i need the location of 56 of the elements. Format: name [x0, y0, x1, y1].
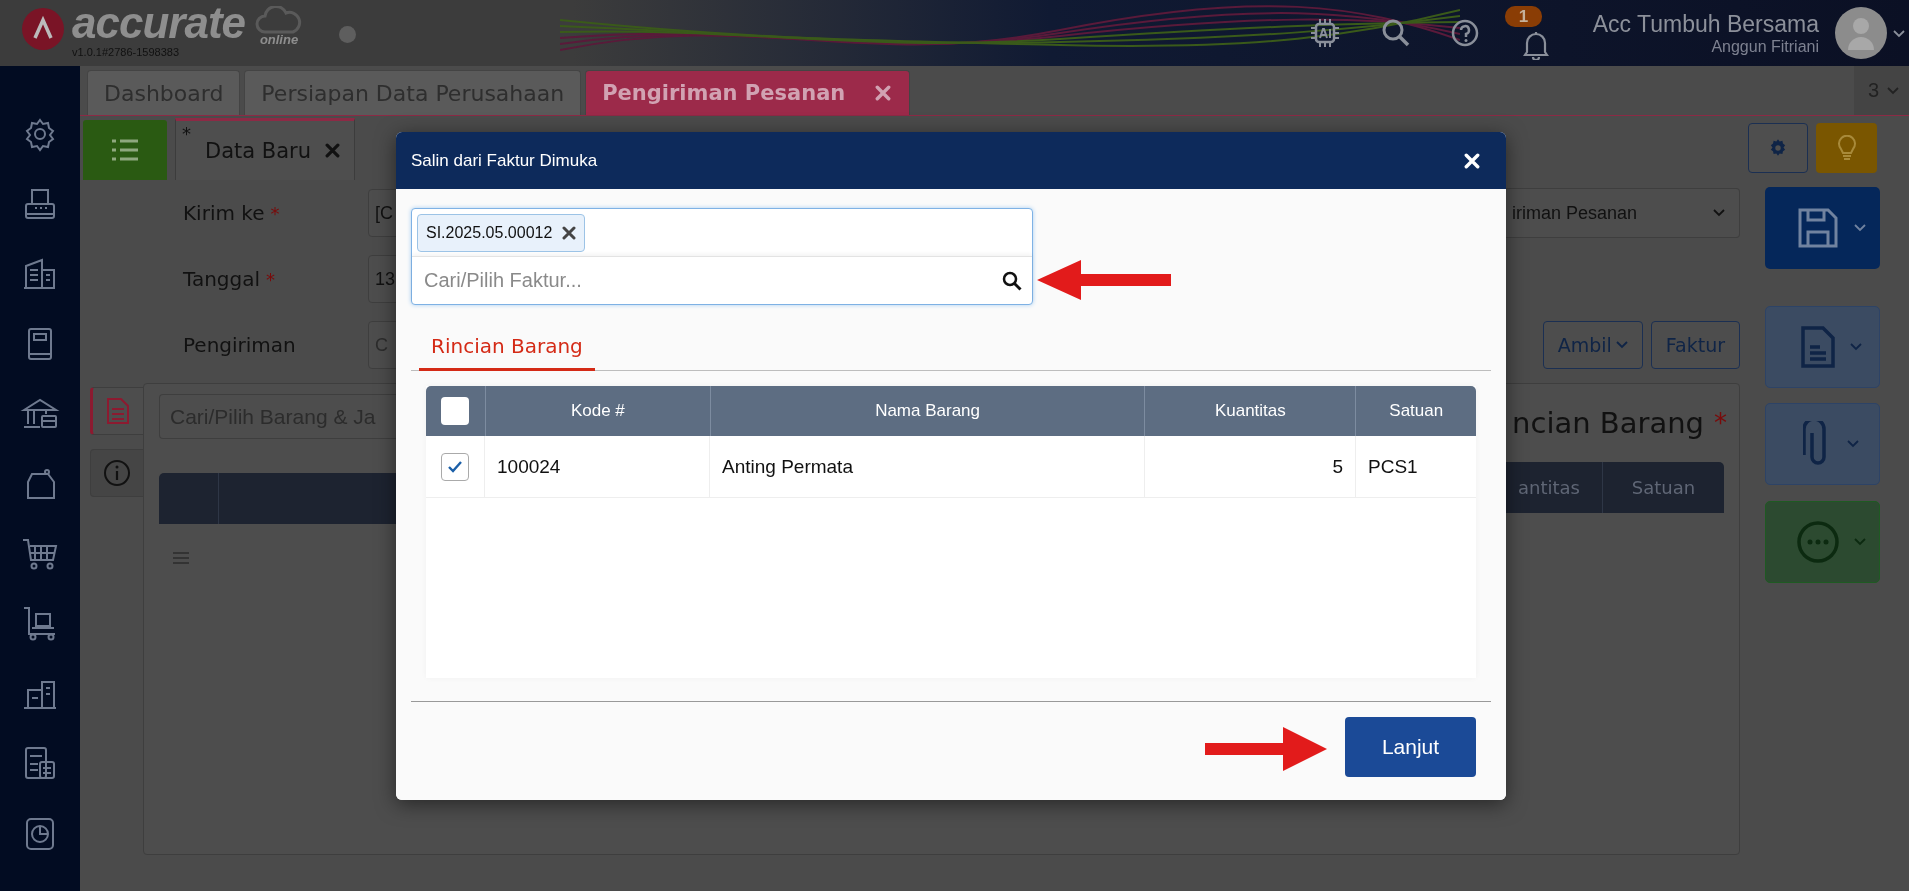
document-tab[interactable]: * Data Baru — [175, 118, 355, 180]
list-button[interactable] — [83, 120, 167, 180]
logo-subtitle: online — [259, 32, 299, 47]
action-button[interactable]: Faktur — [1650, 321, 1740, 369]
caret-icon — [1713, 209, 1725, 217]
document-icon — [1799, 325, 1836, 369]
company-name: Acc Tumbuh Bersama — [1592, 10, 1819, 38]
table-cell: 100024 — [485, 436, 710, 497]
search-icon[interactable] — [1002, 270, 1022, 291]
user-name: Anggun Fitriani — [1711, 38, 1819, 56]
column-header: Satuan — [1388, 400, 1445, 422]
more-icon — [1795, 520, 1840, 564]
column-header: Kode # — [485, 386, 711, 436]
caret-icon — [1893, 30, 1905, 38]
save-button[interactable] — [1765, 187, 1880, 269]
tab[interactable]: Pengiriman Pesanan — [585, 70, 911, 115]
bell-icon[interactable] — [1522, 30, 1549, 60]
table-cell-text: PCS1 — [1367, 454, 1419, 479]
remove-icon[interactable] — [562, 225, 577, 240]
logo-text: accurate — [72, 0, 246, 46]
checkbox[interactable] — [441, 397, 470, 425]
column-header: Kuantitas — [1145, 386, 1357, 436]
caret-icon — [1846, 440, 1859, 448]
lightbulb-icon — [1836, 135, 1857, 161]
invoice-picker[interactable]: SI.2025.05.00012 Cari/Pilih Faktur... — [411, 208, 1033, 305]
column-header: Satuan — [1630, 476, 1697, 500]
column-header: Nama Barang — [710, 386, 1146, 436]
document-icon — [106, 397, 130, 425]
info-icon — [103, 459, 131, 487]
ai-chip-icon[interactable] — [1308, 17, 1341, 49]
indicator-dot — [339, 26, 356, 43]
continue-button[interactable]: Lanjut — [1345, 717, 1476, 777]
help-icon[interactable] — [1450, 19, 1479, 47]
search-icon[interactable] — [1380, 18, 1411, 48]
caret-icon — [1853, 538, 1866, 546]
table-cell: Anting Permata — [710, 436, 1145, 497]
dialog-title: Salin dari Faktur Dimuka — [411, 150, 598, 171]
list-icon — [110, 137, 140, 163]
cloud-icon — [255, 6, 303, 34]
caret-icon — [1853, 224, 1866, 232]
invoice-search-field[interactable]: Cari/Pilih Faktur... — [422, 268, 946, 293]
field-label: Tanggal * — [182, 267, 277, 291]
avatar[interactable] — [1835, 7, 1887, 59]
invoice-tag[interactable]: SI.2025.05.00012 — [417, 213, 586, 252]
tab[interactable]: Rincian Barang — [419, 326, 595, 371]
field-label: Pengiriman — [182, 333, 297, 357]
action-button[interactable]: Ambil — [1542, 321, 1643, 369]
caret-icon — [1887, 86, 1899, 95]
field-label: Kirim ke * — [182, 201, 281, 225]
section-title: ncian Barang * — [1511, 405, 1728, 442]
caret-icon — [1849, 343, 1862, 351]
notification-badge: 1 — [1504, 6, 1543, 27]
checkbox[interactable] — [441, 452, 469, 481]
table-cell: 5 — [1145, 436, 1356, 497]
logo-icon — [22, 8, 64, 50]
checkmark-icon — [447, 459, 463, 474]
